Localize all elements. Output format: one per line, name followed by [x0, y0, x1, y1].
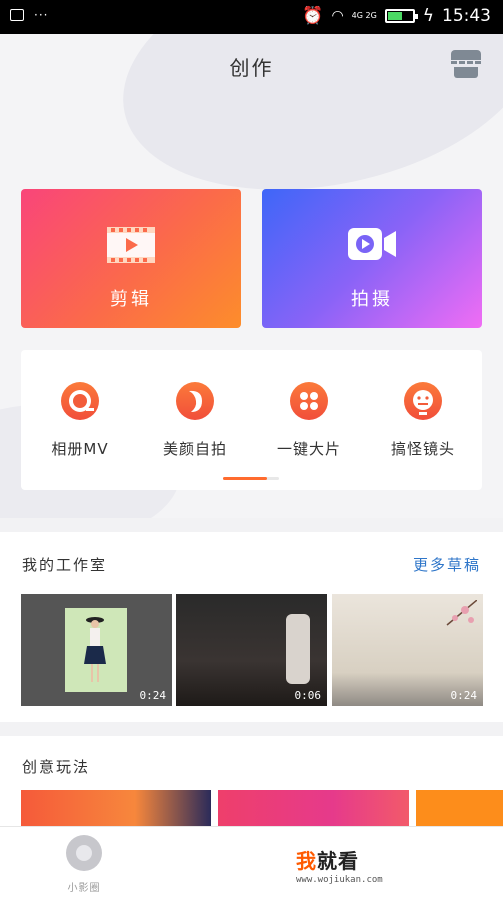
image-notification-icon	[10, 9, 24, 21]
watermark-domain: www.wojiukan.com	[296, 875, 383, 885]
edit-video-label: 剪辑	[110, 289, 152, 310]
tab-xiaoying-circle[interactable]: 小影圈	[58, 835, 110, 894]
film-reel-icon	[290, 382, 328, 420]
watermark: 我就看 www.wojiukan.com	[296, 845, 383, 885]
draft-duration: 0:24	[450, 689, 478, 702]
watermark-brand-b: 就看	[317, 849, 359, 873]
tool-funny-lens[interactable]: 搞怪镜头	[373, 382, 473, 459]
edit-video-card[interactable]: 剪辑	[21, 189, 241, 328]
draft-duration: 0:24	[139, 689, 167, 702]
tool-album-mv[interactable]: 相册MV	[30, 382, 130, 459]
draft-duration: 0:06	[294, 689, 322, 702]
status-bar: ··· ⏰ ◠ 4G 2G ϟ 15:43	[0, 0, 503, 34]
material-store-icon[interactable]	[451, 48, 481, 78]
draft-thumbnail[interactable]: 0:06	[176, 594, 327, 706]
shoot-video-card[interactable]: 拍摄	[262, 189, 482, 328]
tool-one-click-film[interactable]: 一键大片	[259, 382, 359, 459]
draft-thumbnail[interactable]: 0:24	[21, 594, 172, 706]
bottom-tab-bar: 小影圈 我就看 www.wojiukan.com	[0, 826, 503, 897]
tool-label: 搞怪镜头	[390, 440, 455, 458]
tool-label: 相册MV	[51, 440, 109, 458]
create-hero: 创作 剪辑 拍摄 相册MV 美颜自拍 一键大片 搞怪镜头	[0, 34, 503, 518]
draft-thumbnail[interactable]: 0:24	[332, 594, 483, 706]
section-title: 创意玩法	[22, 758, 91, 776]
network-indicator: 4G 2G	[351, 11, 377, 20]
tool-label: 美颜自拍	[162, 440, 227, 458]
tool-beauty-selfie[interactable]: 美颜自拍	[145, 382, 245, 459]
film-icon	[106, 226, 156, 268]
tab-label: 小影圈	[67, 883, 101, 894]
album-mv-icon	[61, 382, 99, 420]
funny-face-icon	[404, 382, 442, 420]
tools-panel: 相册MV 美颜自拍 一键大片 搞怪镜头	[21, 350, 482, 490]
more-drafts-link[interactable]: 更多草稿	[413, 554, 481, 575]
status-time: 15:43	[442, 6, 491, 26]
charging-icon: ϟ	[422, 6, 434, 26]
watermark-brand-a: 我	[296, 849, 317, 873]
shoot-video-label: 拍摄	[351, 289, 393, 310]
video-camera-icon	[347, 226, 397, 266]
tools-page-indicator	[223, 477, 279, 480]
tool-label: 一键大片	[276, 440, 341, 458]
xiaoying-circle-icon	[66, 835, 102, 871]
section-title: 我的工作室	[22, 556, 108, 574]
battery-icon	[384, 9, 418, 23]
wifi-icon: ◠	[331, 8, 344, 24]
page-title: 创作	[229, 56, 274, 80]
creative-play-section: 创意玩法	[0, 736, 503, 836]
more-notifications-icon: ···	[34, 8, 49, 22]
alarm-icon: ⏰	[302, 6, 324, 26]
my-studio-section: 我的工作室 更多草稿 0:24 0:06 0:24	[0, 532, 503, 722]
beauty-face-icon	[176, 382, 214, 420]
